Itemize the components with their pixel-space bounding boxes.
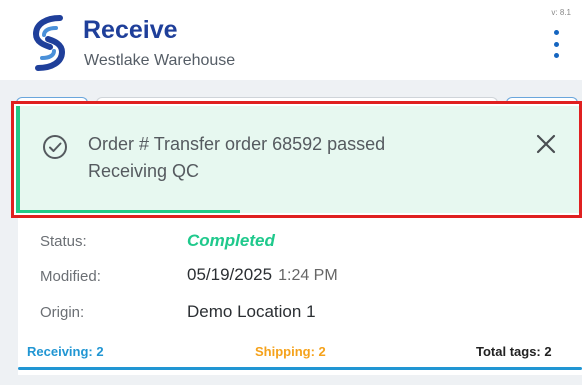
logo-s-icon — [32, 15, 66, 71]
app-title: Receive — [83, 16, 178, 44]
close-icon[interactable] — [535, 133, 557, 155]
toast-timer-bar — [20, 210, 240, 213]
origin-label: Origin: — [40, 304, 85, 321]
version-label: v: 8.1 — [551, 8, 571, 17]
toast-message: Order # Transfer order 68592 passed Rece… — [88, 134, 386, 181]
success-toast: Order # Transfer order 68592 passed Rece… — [11, 101, 582, 218]
app-header: Receive Westlake Warehouse v: 8.1 — [0, 0, 582, 80]
status-label: Status: — [40, 233, 87, 250]
warehouse-name: Westlake Warehouse — [84, 52, 236, 69]
shipping-count: Shipping: 2 — [255, 344, 326, 359]
receiving-count: Receiving: 2 — [27, 344, 104, 359]
modified-label: Modified: — [40, 268, 101, 285]
toast-body: Order # Transfer order 68592 passed Rece… — [16, 106, 579, 213]
status-value: Completed — [187, 231, 275, 250]
more-vert-icon[interactable] — [548, 30, 564, 58]
modified-date: 05/19/2025 — [187, 265, 273, 284]
modified-value: 05/19/2025 1:24 PM — [187, 265, 338, 285]
total-tags: Total tags: 2 — [476, 344, 552, 359]
modified-time: 1:24 PM — [278, 267, 338, 284]
origin-value: Demo Location 1 — [187, 302, 316, 321]
card-underline — [18, 367, 582, 370]
check-circle-icon — [43, 135, 67, 159]
